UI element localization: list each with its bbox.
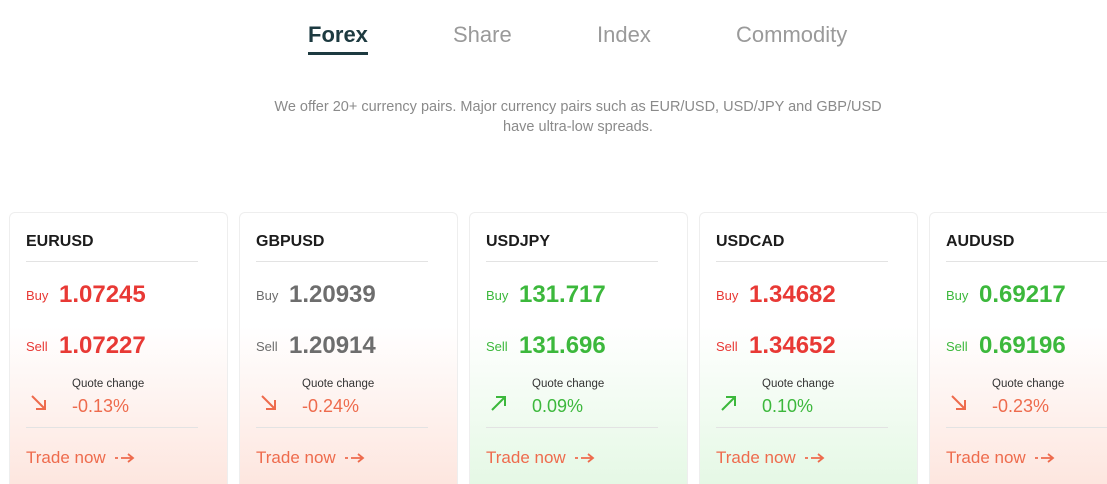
divider <box>716 261 888 262</box>
quote-card-usdjpy: USDJPY Buy 131.717 Sell 131.696 Quote ch… <box>469 212 688 484</box>
tab-index-label: Index <box>597 22 651 47</box>
buy-price: 1.34682 <box>749 281 836 308</box>
card-symbol: AUDUSD <box>946 233 1015 250</box>
divider <box>26 261 198 262</box>
trade-now-label: Trade now <box>26 448 106 467</box>
quote-change-label: Quote change <box>762 378 835 390</box>
trade-now-label: Trade now <box>716 448 796 467</box>
active-tab-underline <box>308 52 368 55</box>
arrow-right-icon <box>574 453 595 463</box>
quote-card-eurusd: EURUSD Buy 1.07245 Sell 1.07227 Quote ch… <box>9 212 228 484</box>
card-symbol: EURUSD <box>26 233 94 250</box>
buy-label: Buy <box>256 288 279 303</box>
divider <box>946 427 1107 428</box>
arrow-right-icon <box>114 453 135 463</box>
tab-index[interactable]: Index <box>597 22 651 48</box>
arrow-right-icon <box>804 453 825 463</box>
buy-label: Buy <box>946 288 969 303</box>
divider <box>716 427 888 428</box>
quote-change-value: 0.09% <box>532 396 584 416</box>
trade-now-link[interactable]: Trade now <box>716 448 826 468</box>
trade-now-label: Trade now <box>256 448 336 467</box>
sell-price: 131.696 <box>519 332 606 359</box>
quote-change-value: -0.23% <box>992 396 1050 416</box>
buy-price: 1.07245 <box>59 281 146 308</box>
buy-price: 131.717 <box>519 281 606 308</box>
tab-forex-label: Forex <box>308 22 368 47</box>
sell-label: Sell <box>486 339 508 354</box>
quote-change-label: Quote change <box>532 378 605 390</box>
trade-now-link[interactable]: Trade now <box>26 448 136 468</box>
category-tabs: Forex Share Index Commodity <box>0 18 1107 58</box>
buy-label: Buy <box>486 288 509 303</box>
quote-change-label: Quote change <box>302 378 375 390</box>
card-symbol: USDJPY <box>486 233 551 250</box>
trade-now-link[interactable]: Trade now <box>946 448 1056 468</box>
arrow-down-right-icon <box>31 395 46 410</box>
buy-label: Buy <box>26 288 49 303</box>
arrow-down-right-icon <box>261 395 276 410</box>
sell-label: Sell <box>946 339 968 354</box>
trade-now-link[interactable]: Trade now <box>486 448 596 468</box>
description-text: We offer 20+ currency pairs. Major curre… <box>240 97 916 137</box>
tab-commodity[interactable]: Commodity <box>736 22 847 48</box>
tab-share-label: Share <box>453 22 512 47</box>
quote-card-gbpusd: GBPUSD Buy 1.20939 Sell 1.20914 Quote ch… <box>239 212 458 484</box>
card-symbol: GBPUSD <box>256 233 325 250</box>
tab-commodity-label: Commodity <box>736 22 848 47</box>
divider <box>256 427 428 428</box>
sell-label: Sell <box>716 339 738 354</box>
sell-label: Sell <box>256 339 278 354</box>
buy-price: 1.20939 <box>289 281 376 308</box>
quote-change-value: 0.10% <box>762 396 814 416</box>
quote-change-value: -0.24% <box>302 396 360 416</box>
quote-card-usdcad: USDCAD Buy 1.34682 Sell 1.34652 Quote ch… <box>699 212 918 484</box>
arrow-right-icon <box>344 453 365 463</box>
divider <box>486 427 658 428</box>
card-symbol: USDCAD <box>716 233 785 250</box>
quote-change-label: Quote change <box>992 378 1065 390</box>
trade-now-label: Trade now <box>946 448 1026 467</box>
tab-forex[interactable]: Forex <box>308 22 368 55</box>
divider <box>256 261 428 262</box>
divider <box>946 261 1107 262</box>
sell-price: 1.07227 <box>59 332 146 359</box>
arrow-down-right-icon <box>951 395 966 410</box>
arrow-right-icon <box>1034 453 1055 463</box>
sell-price: 0.69196 <box>979 332 1066 359</box>
sell-label: Sell <box>26 339 48 354</box>
description-line-2: have ultra-low spreads. <box>503 119 653 135</box>
quote-card-audusd: AUDUSD Buy 0.69217 Sell 0.69196 Quote ch… <box>929 212 1107 484</box>
description-line-1: We offer 20+ currency pairs. Major curre… <box>274 99 882 115</box>
tab-share[interactable]: Share <box>453 22 512 48</box>
buy-label: Buy <box>716 288 739 303</box>
divider <box>26 427 198 428</box>
quote-change-label: Quote change <box>72 378 145 390</box>
divider <box>486 261 658 262</box>
trade-now-link[interactable]: Trade now <box>256 448 366 468</box>
quote-cards: EURUSD Buy 1.07245 Sell 1.07227 Quote ch… <box>9 212 1107 484</box>
sell-price: 1.34652 <box>749 332 836 359</box>
arrow-up-right-icon <box>491 396 506 411</box>
arrow-up-right-icon <box>721 396 736 411</box>
trade-now-label: Trade now <box>486 448 566 467</box>
buy-price: 0.69217 <box>979 281 1066 308</box>
quote-change-value: -0.13% <box>72 396 130 416</box>
sell-price: 1.20914 <box>289 332 376 359</box>
